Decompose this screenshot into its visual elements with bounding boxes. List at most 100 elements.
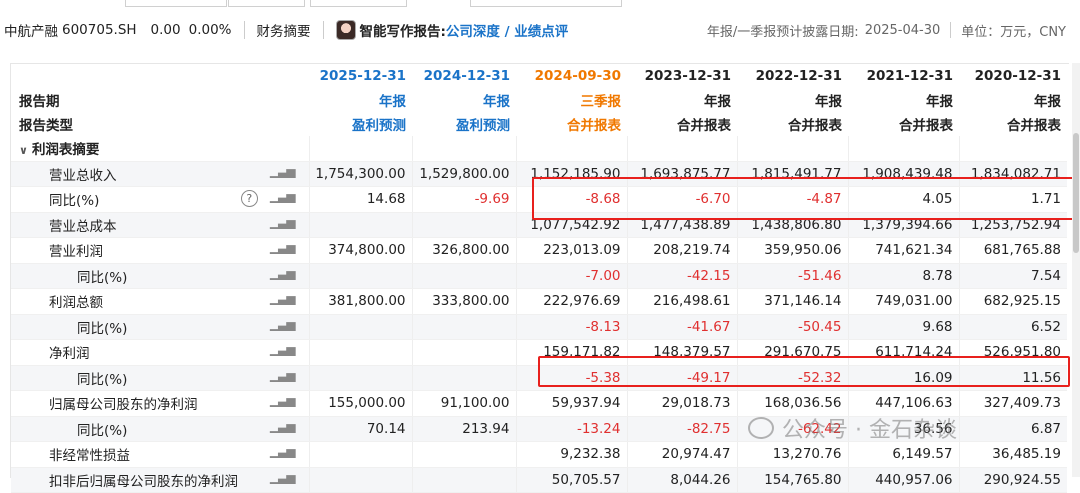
bar-chart-icon[interactable]: ▁▃▅ [270, 189, 296, 203]
row-label: 扣非后归属母公司股东的净利润 [49, 473, 238, 490]
row-label-cell: 营业利润 ▁▃▅ [11, 237, 309, 264]
unit-label: 单位：万元，CNY [961, 24, 1066, 40]
table-row[interactable]: 营业总成本 ▁▃▅ 1,077,542.92 1,477,438.89 1,438,80… [11, 212, 1067, 238]
col-date[interactable]: 2020-12-31 [959, 64, 1067, 88]
table-cell: 11.56 [958, 365, 1067, 391]
table-cell: 1,477,438.89 [626, 212, 737, 238]
table-cell: 8.78 [847, 263, 959, 289]
table-cell: 1,529,800.00 [411, 161, 516, 187]
table-cell [411, 441, 516, 468]
table-cell: 327,409.73 [958, 390, 1067, 417]
stock-code: 600705.SH [62, 22, 137, 38]
divider [950, 22, 952, 38]
col-date[interactable]: 2021-12-31 [848, 64, 959, 88]
table-row[interactable]: 扣非后归属母公司股东的净利润 ▁▃▅ 50,705.57 8,044.26 154,76… [11, 467, 1067, 493]
col-period: 年报 [704, 94, 731, 110]
top-toolbar-stub [0, 0, 1080, 7]
toolbar-stub-3[interactable] [310, 0, 407, 7]
table-row[interactable]: 净利润 ▁▃▅ 159,171.82 148,379.57 291,670.75 611,… [11, 339, 1067, 366]
table-row[interactable]: 同比(%) ▁▃▅? 14.68 -9.69 -8.68 -6.70 -4.87 4.05 1.… [11, 186, 1067, 213]
table-cell: 59,937.94 [515, 390, 627, 417]
col-date[interactable]: 2025-12-31 [309, 64, 412, 88]
col-date[interactable]: 2024-12-31 [412, 64, 516, 88]
table-cell: 8,044.26 [626, 467, 737, 493]
row-label-cell: 归属母公司股东的净利润 ▁▃▅ [11, 390, 309, 417]
bar-chart-icon[interactable]: ▁▃▅ [270, 215, 296, 229]
ai-report-link[interactable]: 公司深度 / 业绩点评 [446, 20, 568, 40]
row-label-cell: 同比(%) ▁▃▅ [11, 416, 309, 442]
row-label-cell: 同比(%) ▁▃▅ [11, 365, 309, 391]
col-type: 合并报表 [1007, 118, 1061, 134]
table-row[interactable]: 同比(%) ▁▃▅ -7.00 -42.15 -51.46 8.78 7.54 [11, 263, 1067, 289]
bar-chart-icon[interactable]: ▁▃▅ [270, 342, 296, 356]
disclosure-date: 2025-04-30 [864, 22, 941, 38]
table-cell: -82.75 [626, 416, 737, 442]
col-period: 三季报 [580, 94, 622, 110]
watermark-text: 公众号 · 金石杂谈 [782, 418, 957, 443]
scrollbar-thumb[interactable] [1073, 133, 1079, 253]
table-cell: 1,379,394.66 [847, 212, 959, 238]
stock-change-pct: 0.00% [188, 22, 232, 38]
divider [322, 21, 324, 39]
stock-name[interactable]: 中航产融 [4, 20, 58, 40]
stock-price: 0.00 [150, 22, 181, 38]
row-label: 净利润 [49, 346, 90, 363]
bar-chart-icon[interactable]: ▁▃▅ [270, 291, 296, 305]
bar-chart-icon[interactable]: ▁▃▅ [270, 240, 296, 254]
table-row[interactable]: 同比(%) ▁▃▅ -5.38 -49.17 -52.32 16.09 11.56 [11, 365, 1067, 391]
header-row-date: 2025-12-31 2024-12-31 2024-09-30 2023-12… [11, 64, 1067, 88]
table-cell: 14.68 [308, 186, 412, 213]
table-cell: 20,974.47 [626, 441, 737, 468]
table-cell [308, 441, 412, 468]
row-label-cell: 扣非后归属母公司股东的净利润 ▁▃▅ [11, 467, 309, 493]
toolbar-stub-4[interactable] [470, 0, 622, 7]
table-row[interactable]: 非经常性损益 ▁▃▅ 9,232.38 20,974.47 13,270.76 6,149… [11, 441, 1067, 468]
table-cell: 7.54 [958, 263, 1067, 289]
table-cell [411, 263, 516, 289]
table-row[interactable]: 营业总收入 ▁▃▅ 1,754,300.00 1,529,800.00 1,152,18… [11, 161, 1067, 187]
table-row[interactable]: 营业利润 ▁▃▅ 374,800.00 326,800.00 223,013.09 208… [11, 237, 1067, 264]
header-row-type: 报告类型 盈利预测 盈利预测 合并报表 合并报表 合并报表 合并报表 合并报表 [11, 112, 1067, 136]
table-cell: 371,146.14 [736, 288, 848, 315]
row-label-cell: 同比(%) ▁▃▅ [11, 263, 309, 289]
row-label-cell: 营业总成本 ▁▃▅ [11, 212, 309, 238]
row-label: 营业利润 [49, 244, 103, 261]
row-label-cell: 净利润 ▁▃▅ [11, 339, 309, 366]
toolbar-stub-2[interactable] [228, 0, 305, 7]
bar-chart-icon[interactable]: ▁▃▅ [270, 317, 296, 331]
financial-summary-label[interactable]: 财务摘要 [257, 20, 311, 40]
bar-chart-icon[interactable]: ▁▃▅ [270, 266, 296, 280]
bar-chart-icon[interactable]: ▁▃▅ [270, 164, 296, 178]
row-label: 非经常性损益 [49, 448, 130, 465]
table-cell: -41.67 [626, 314, 737, 340]
table-cell [411, 365, 516, 391]
table-cell: 4.05 [847, 186, 959, 213]
table-cell: -8.13 [515, 314, 627, 340]
table-cell: 1,908,439.48 [847, 161, 959, 187]
bar-chart-icon[interactable]: ▁▃▅ [270, 393, 296, 407]
table-row[interactable]: 利润总额 ▁▃▅ 381,800.00 333,800.00 222,976.69 216… [11, 288, 1067, 315]
table-cell [308, 467, 412, 493]
table-cell: -52.32 [736, 365, 848, 391]
table-row[interactable]: 同比(%) ▁▃▅ -8.13 -41.67 -50.45 9.68 6.52 [11, 314, 1067, 340]
section-title[interactable]: ∨ 利润表摘要 [11, 136, 309, 162]
divider [243, 21, 245, 39]
table-cell: 681,765.88 [958, 237, 1067, 264]
vertical-scrollbar[interactable] [1072, 63, 1080, 477]
section-row[interactable]: ∨ 利润表摘要 [11, 136, 1067, 162]
header-right: 年报/一季报预计披露日期: 2025-04-30 单位：万元，CNY [707, 21, 1066, 40]
bar-chart-icon[interactable]: ▁▃▅ [270, 444, 296, 458]
table-cell: 223,013.09 [515, 237, 627, 264]
row-label-period: 报告期 [19, 94, 60, 110]
table-cell: 154,765.80 [736, 467, 848, 493]
help-icon[interactable]: ? [240, 190, 258, 208]
table-cell: 159,171.82 [515, 339, 627, 366]
bar-chart-icon[interactable]: ▁▃▅ [270, 419, 296, 433]
col-date[interactable]: 2024-09-30 [516, 64, 627, 88]
col-date[interactable]: 2022-12-31 [737, 64, 848, 88]
chevron-down-icon[interactable]: ∨ [19, 144, 28, 157]
toolbar-stub-1[interactable] [125, 0, 227, 7]
bar-chart-icon[interactable]: ▁▃▅ [270, 368, 296, 382]
col-period: 年报 [926, 94, 953, 110]
col-date[interactable]: 2023-12-31 [627, 64, 737, 88]
